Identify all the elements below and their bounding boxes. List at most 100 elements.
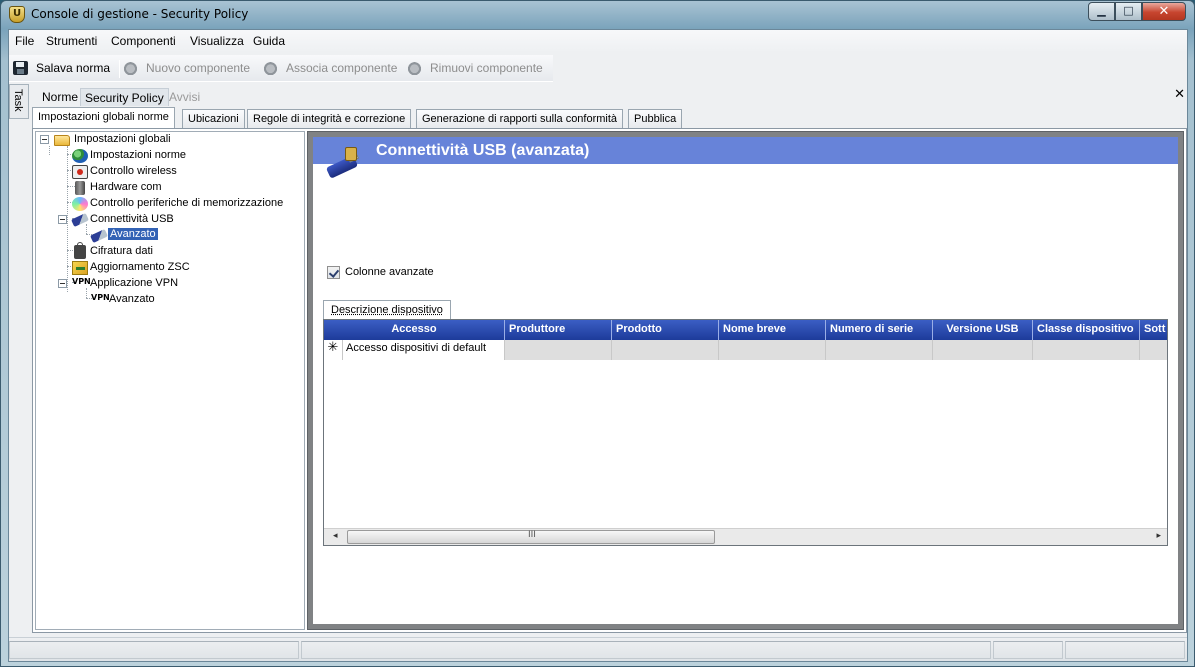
menu-help[interactable]: Guida <box>253 34 285 48</box>
menu-view[interactable]: Visualizza <box>190 34 244 48</box>
collapse-icon[interactable] <box>58 215 67 224</box>
column-header-product[interactable]: Prodotto <box>612 320 719 340</box>
status-panel <box>1065 641 1185 659</box>
close-button[interactable]: ✕ <box>1142 2 1186 21</box>
associate-component-button[interactable]: Associa componente <box>286 61 397 75</box>
scroll-grip-icon: III <box>528 530 536 540</box>
advanced-columns-checkbox[interactable] <box>327 266 340 279</box>
scroll-thumb[interactable]: III <box>347 530 715 544</box>
app-icon <box>9 6 25 23</box>
tab-device-description-label: Descrizione dispositivo <box>331 304 443 316</box>
new-row-marker: ✳ <box>324 340 343 360</box>
new-component-button[interactable]: Nuovo componente <box>146 61 250 75</box>
column-header-short-name[interactable]: Nome breve <box>719 320 826 340</box>
table-cell[interactable] <box>719 340 826 360</box>
globe-icon <box>72 149 88 163</box>
device-grid[interactable]: Accesso Produttore Prodotto Nome breve N… <box>323 319 1168 546</box>
settings-tree: Impostazioni globali Impostazioni norme … <box>35 131 305 630</box>
main-area: Norme Security Policy Avvisi ✕ Impostazi… <box>30 84 1187 635</box>
tree-label: Avanzato <box>108 228 158 240</box>
usb-icon <box>90 228 108 244</box>
floppy-disk-icon[interactable] <box>13 61 28 75</box>
content-inner: Connettività USB (avanzata) Colonne avan… <box>313 137 1178 624</box>
new-component-icon <box>123 61 138 75</box>
tree-label: Hardware com <box>90 181 162 193</box>
window-title: Console di gestione - Security Policy <box>31 7 249 21</box>
tab-integrity-rules[interactable]: Regole di integrità e correzione <box>247 109 412 128</box>
table-cell[interactable] <box>1140 340 1167 360</box>
table-cell[interactable] <box>1033 340 1140 360</box>
remove-component-button[interactable]: Rimuovi componente <box>430 61 543 75</box>
task-label: Task <box>12 89 24 112</box>
column-header-manufacturer[interactable]: Produttore <box>505 320 612 340</box>
tree-label: Impostazioni globali <box>74 133 171 145</box>
tab-locations[interactable]: Ubicazioni <box>182 109 245 128</box>
vpn-icon: VPN <box>91 293 110 302</box>
tab-device-description[interactable]: Descrizione dispositivo <box>323 300 451 320</box>
update-icon <box>72 261 88 275</box>
toolbar: Salava norma Nuovo componente Associa co… <box>9 55 553 82</box>
column-header-access[interactable]: Accesso <box>324 320 505 340</box>
doc-tab-policies[interactable]: Norme <box>38 88 82 106</box>
column-header-device-class[interactable]: Classe dispositivo <box>1033 320 1140 340</box>
grid-header: Accesso Produttore Prodotto Nome breve N… <box>324 320 1167 340</box>
tree-label: Controllo wireless <box>90 165 177 177</box>
window-frame: Console di gestione - Security Policy ▁ … <box>0 0 1195 667</box>
table-cell[interactable] <box>612 340 719 360</box>
client-area: File Strumenti Componenti Visualizza Gui… <box>8 29 1188 662</box>
page-title: Connettività USB (avanzata) <box>376 142 590 159</box>
header-bar: Connettività USB (avanzata) <box>313 137 1178 164</box>
menu-file[interactable]: File <box>15 34 34 48</box>
table-cell[interactable]: Accesso dispositivi di default <box>343 340 505 360</box>
column-header-subclass[interactable]: Sott <box>1140 320 1167 340</box>
status-panel <box>9 641 299 659</box>
maximize-icon: □ <box>1123 4 1134 17</box>
collapse-icon[interactable] <box>58 279 67 288</box>
close-document-icon[interactable]: ✕ <box>1174 87 1185 102</box>
tree-label: Impostazioni norme <box>90 149 186 161</box>
caption-buttons: ▁ □ ✕ <box>1088 2 1186 21</box>
table-cell[interactable] <box>505 340 612 360</box>
toolbar-separator <box>119 60 120 78</box>
advanced-columns-label: Colonne avanzate <box>345 266 434 278</box>
column-header-usb-version[interactable]: Versione USB <box>933 320 1033 340</box>
collapse-icon[interactable] <box>40 135 49 144</box>
tree-label: Aggiornamento ZSC <box>90 261 190 273</box>
tree-label: Cifratura dati <box>90 245 153 257</box>
remove-component-icon <box>407 61 422 75</box>
title-bar[interactable]: Console di gestione - Security Policy ▁ … <box>1 1 1194 29</box>
doc-tab-alerts[interactable]: Avvisi <box>165 88 204 106</box>
menu-bar: File Strumenti Componenti Visualizza Gui… <box>9 30 1187 53</box>
table-cell[interactable] <box>933 340 1033 360</box>
status-panel <box>301 641 991 659</box>
tab-panel: Impostazioni globali Impostazioni norme … <box>32 128 1187 633</box>
scroll-left-icon[interactable]: ◂ <box>333 531 338 541</box>
tab-global-settings[interactable]: Impostazioni globali norme <box>32 107 175 128</box>
tab-compliance-reporting[interactable]: Generazione di rapporti sulla conformità <box>416 109 624 128</box>
tab-publish[interactable]: Pubblica <box>628 109 683 128</box>
maximize-button[interactable]: □ <box>1115 2 1142 21</box>
horizontal-scrollbar[interactable]: ◂ III ▸ <box>324 528 1167 545</box>
usb-drive-icon <box>325 147 360 183</box>
save-policy-button[interactable]: Salava norma <box>36 61 110 75</box>
tree-label: Applicazione VPN <box>90 277 179 289</box>
column-header-serial-number[interactable]: Numero di serie <box>826 320 933 340</box>
vpn-icon: VPN <box>72 277 91 286</box>
tree-label: Controllo periferiche di memorizzazione <box>90 197 284 209</box>
menu-components[interactable]: Componenti <box>111 34 176 48</box>
scroll-right-icon[interactable]: ▸ <box>1156 531 1161 541</box>
lock-icon <box>74 242 86 259</box>
minimize-button[interactable]: ▁ <box>1088 2 1115 21</box>
task-pane-toggle[interactable]: Task <box>9 84 29 119</box>
menu-tools[interactable]: Strumenti <box>46 34 97 48</box>
doc-tab-security-policy[interactable]: Security Policy <box>80 88 169 106</box>
tree-label: Avanzato <box>109 293 155 305</box>
close-icon: ✕ <box>1158 4 1170 19</box>
table-cell[interactable] <box>826 340 933 360</box>
table-row[interactable]: Accesso dispositivi di default <box>343 340 1167 360</box>
plug-icon <box>75 181 85 195</box>
disc-icon <box>72 197 88 211</box>
content-pane: Connettività USB (avanzata) Colonne avan… <box>307 131 1184 630</box>
status-panel <box>993 641 1063 659</box>
associate-component-icon <box>263 61 278 75</box>
